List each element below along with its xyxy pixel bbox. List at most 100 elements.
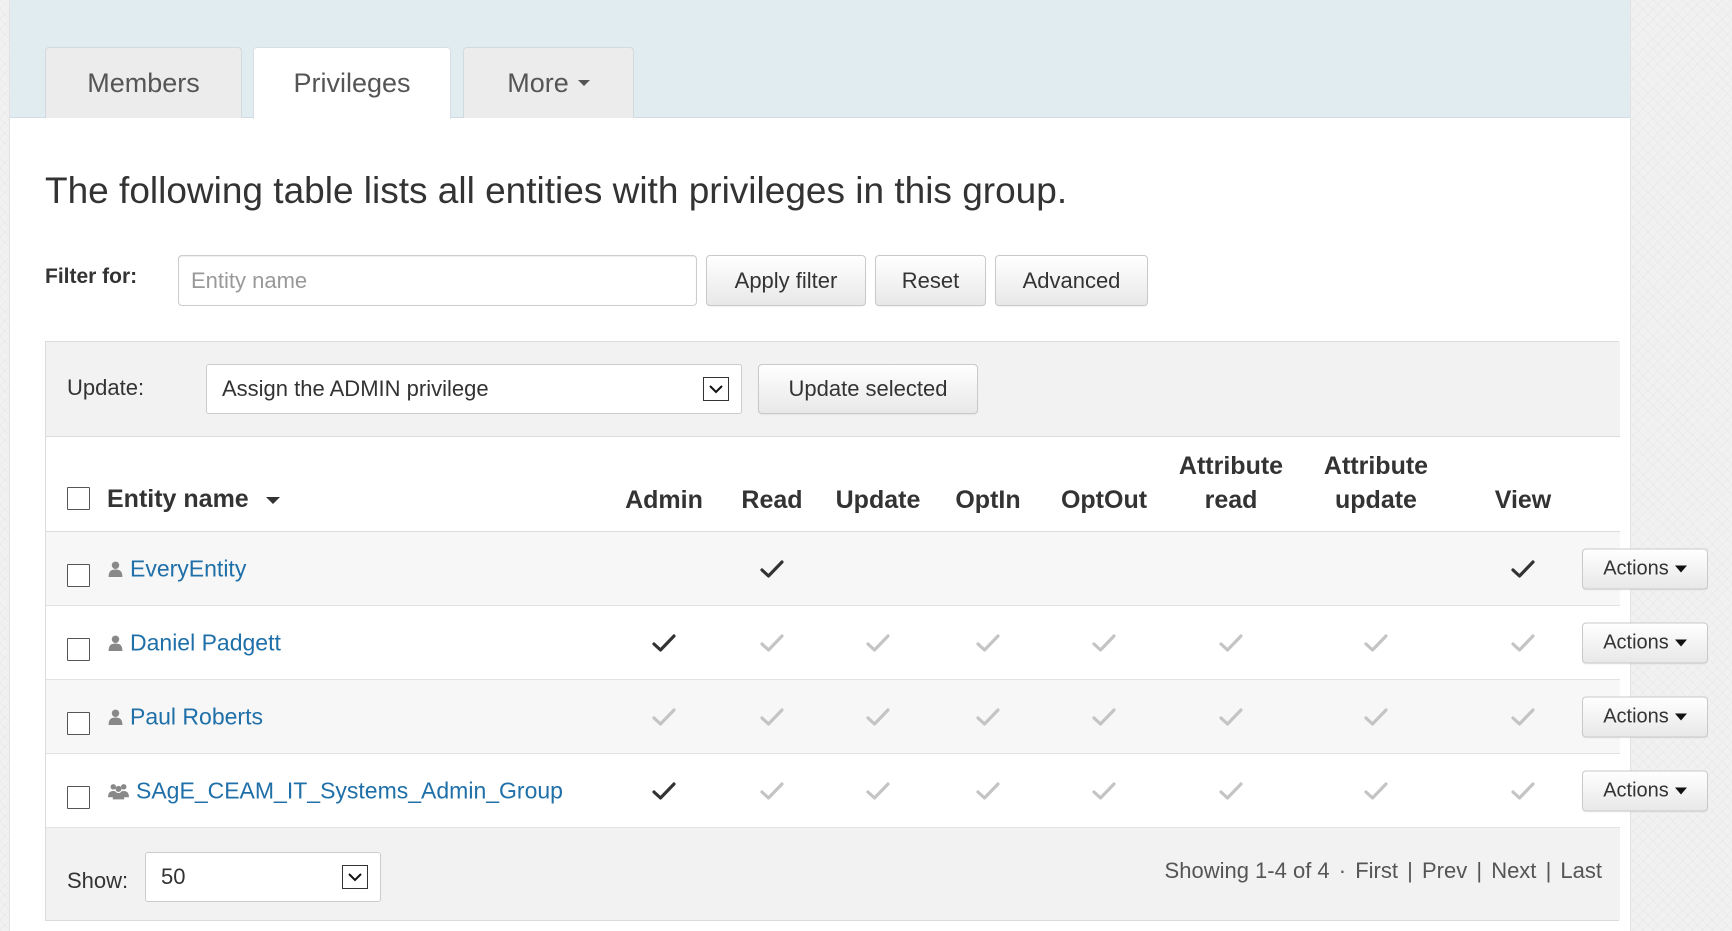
pagination-separator: · <box>1338 858 1347 883</box>
showing-count: Showing 1-4 of 4 <box>1164 858 1330 883</box>
tab-more[interactable]: More <box>463 47 634 118</box>
tab-privileges[interactable]: Privileges <box>253 47 451 119</box>
entity-name-filter-input[interactable] <box>178 255 697 306</box>
actions-label: Actions <box>1603 705 1669 727</box>
next-page-link[interactable]: Next <box>1491 858 1536 883</box>
privilege-action-value: Assign the ADMIN privilege <box>222 376 489 401</box>
entity-cell: EveryEntity <box>107 555 246 582</box>
tab-privileges-label: Privileges <box>293 68 411 98</box>
select-all-checkbox[interactable] <box>67 487 90 510</box>
caret-down-icon <box>1674 787 1687 794</box>
privilege-assigned-check-icon <box>652 633 676 653</box>
apply-filter-button[interactable]: Apply filter <box>706 255 866 306</box>
privilege-assigned-check-icon <box>1511 559 1535 579</box>
privilege-assigned-check-icon <box>652 781 676 801</box>
table-row: Paul Roberts Actions <box>46 680 1708 754</box>
caret-down-icon <box>1674 713 1687 720</box>
page-size-value: 50 <box>161 864 186 889</box>
pagination-divider: | <box>1476 858 1483 883</box>
show-label: Show: <box>67 868 129 893</box>
privilege-inherited-check-icon <box>866 781 890 801</box>
entity-name-link[interactable]: Daniel Padgett <box>130 629 281 656</box>
entity-name-header-label: Entity name <box>107 485 249 513</box>
entity-cell: SAgE_CEAM_IT_Systems_Admin_Group <box>107 777 563 804</box>
privilege-inherited-check-icon <box>1364 781 1388 801</box>
sort-down-icon <box>265 496 280 504</box>
privileges-grid: Update: Assign the ADMIN privilege Updat… <box>45 341 1708 921</box>
privilege-inherited-check-icon <box>1092 633 1116 653</box>
chevron-down-icon <box>577 80 590 86</box>
group-panel: Members Privileges More The following ta… <box>9 0 1708 931</box>
privilege-inherited-check-icon <box>1364 707 1388 727</box>
pagination: Showing 1-4 of 4 · First | Prev | Next |… <box>1165 858 1602 884</box>
update-selected-button[interactable]: Update selected <box>758 364 978 414</box>
entity-name-sort-header[interactable]: Entity name <box>107 485 280 514</box>
column-header-view: View <box>1433 449 1613 517</box>
caret-down-icon <box>1674 639 1687 646</box>
privilege-inherited-check-icon <box>866 633 890 653</box>
actions-label: Actions <box>1603 631 1669 653</box>
privilege-inherited-check-icon <box>1219 781 1243 801</box>
privilege-inherited-check-icon <box>976 707 1000 727</box>
row-select-checkbox[interactable] <box>67 638 90 661</box>
table-footer: Show: 50 Showing 1-4 of 4 · First | Prev… <box>46 828 1620 920</box>
privilege-inherited-check-icon <box>1092 707 1116 727</box>
tab-members-label: Members <box>87 67 200 98</box>
caret-down-icon <box>1674 565 1687 572</box>
privilege-inherited-check-icon <box>976 781 1000 801</box>
table-row: Daniel Padgett Actions <box>46 606 1708 680</box>
row-actions-button[interactable]: Actions <box>1582 622 1708 663</box>
pagination-divider: | <box>1407 858 1413 883</box>
privilege-inherited-check-icon <box>760 633 784 653</box>
row-select-checkbox[interactable] <box>67 786 90 809</box>
privilege-inherited-check-icon <box>866 707 890 727</box>
table-header: Entity name Admin Read Update OptIn OptOut At… <box>46 437 1620 532</box>
first-page-link[interactable]: First <box>1355 858 1398 883</box>
page-size-select[interactable]: 50 <box>145 852 381 902</box>
entity-cell: Daniel Padgett <box>107 629 281 656</box>
table-row: SAgE_CEAM_IT_Systems_Admin_Group Actions <box>46 754 1708 828</box>
advanced-filter-button[interactable]: Advanced <box>995 255 1148 306</box>
user-icon <box>107 634 124 651</box>
reset-filter-button[interactable]: Reset <box>875 255 986 306</box>
update-label: Update: <box>67 375 145 400</box>
actions-label: Actions <box>1603 557 1669 579</box>
pagination-divider: | <box>1545 858 1552 883</box>
row-actions-button[interactable]: Actions <box>1582 548 1708 589</box>
privilege-action-select[interactable]: Assign the ADMIN privilege <box>206 364 742 414</box>
row-select-checkbox[interactable] <box>67 712 90 735</box>
prev-page-link[interactable]: Prev <box>1422 858 1467 883</box>
actions-label: Actions <box>1603 779 1669 801</box>
table-row: EveryEntity Actions <box>46 532 1708 606</box>
tab-bar: Members Privileges More <box>10 0 1630 119</box>
user-icon <box>107 708 124 725</box>
row-actions-button[interactable]: Actions <box>1582 696 1708 737</box>
page-intro: The following table lists all entities w… <box>45 170 1068 211</box>
privilege-inherited-check-icon <box>1511 633 1535 653</box>
filter-label: Filter for: <box>45 265 138 288</box>
entity-name-link[interactable]: EveryEntity <box>130 555 246 582</box>
entity-name-link[interactable]: SAgE_CEAM_IT_Systems_Admin_Group <box>136 777 563 804</box>
privilege-inherited-check-icon <box>1364 633 1388 653</box>
tab-more-label: More <box>507 67 569 98</box>
last-page-link[interactable]: Last <box>1560 858 1602 883</box>
entity-cell: Paul Roberts <box>107 703 263 730</box>
privilege-inherited-check-icon <box>652 707 676 727</box>
row-actions-button[interactable]: Actions <box>1582 770 1708 811</box>
privilege-assigned-check-icon <box>760 559 784 579</box>
privilege-inherited-check-icon <box>760 781 784 801</box>
column-header-line2: View <box>1494 486 1552 514</box>
privilege-inherited-check-icon <box>1219 707 1243 727</box>
privilege-inherited-check-icon <box>760 707 784 727</box>
bulk-update-bar: Update: Assign the ADMIN privilege Updat… <box>46 342 1620 437</box>
entity-name-link[interactable]: Paul Roberts <box>130 703 263 730</box>
privilege-inherited-check-icon <box>1092 781 1116 801</box>
privilege-inherited-check-icon <box>1511 781 1535 801</box>
privilege-inherited-check-icon <box>1219 633 1243 653</box>
column-header-line1 <box>1433 449 1613 483</box>
group-icon <box>107 782 130 799</box>
privilege-inherited-check-icon <box>976 633 1000 653</box>
tab-members[interactable]: Members <box>45 47 242 118</box>
chevron-down-icon <box>342 865 368 889</box>
row-select-checkbox[interactable] <box>67 564 90 587</box>
